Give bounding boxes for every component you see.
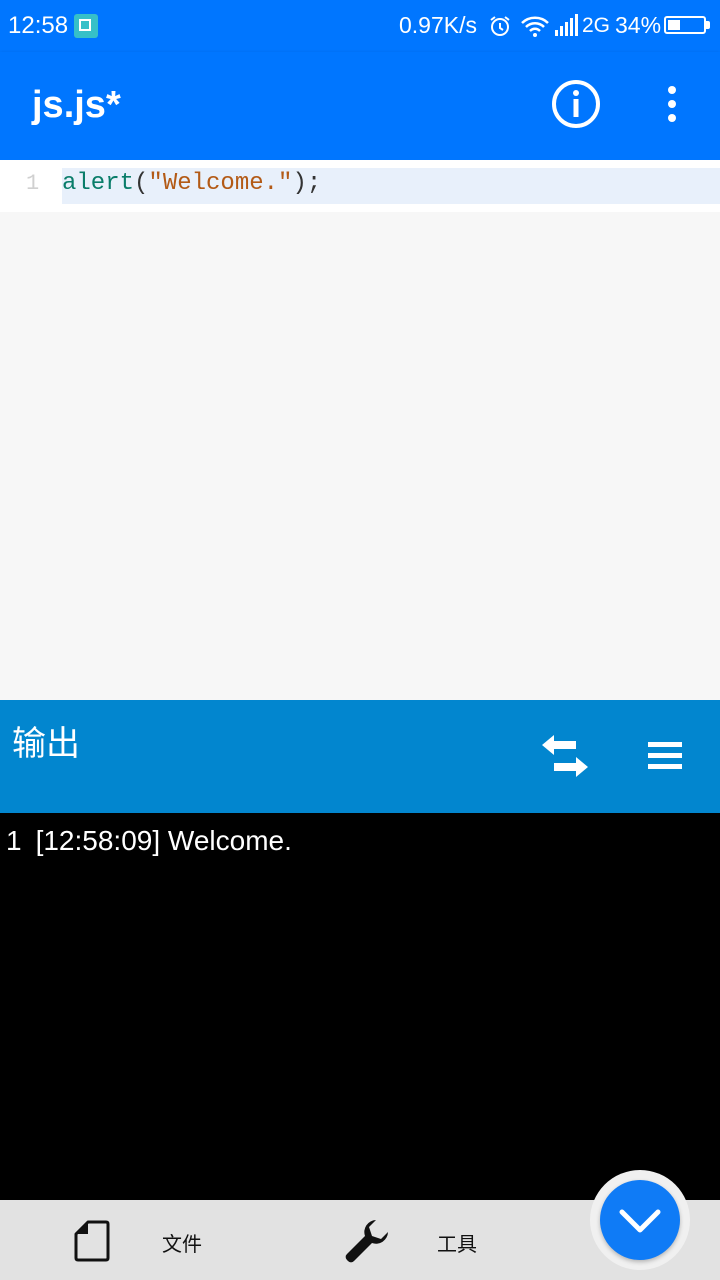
- code-close-paren: );: [292, 170, 322, 197]
- battery-icon: [664, 16, 706, 34]
- nav-tools-label[interactable]: 工具: [437, 1228, 477, 1257]
- swap-button[interactable]: [540, 734, 590, 780]
- status-icons: 2G: [488, 12, 610, 40]
- page-title: js.js*: [32, 84, 121, 126]
- menu-icon: [648, 742, 682, 769]
- console-line-number: 1: [6, 825, 22, 856]
- chevron-down-icon: [619, 1209, 661, 1233]
- network-type: 2G: [582, 14, 611, 37]
- wrench-icon: [345, 1220, 388, 1263]
- info-button[interactable]: [548, 76, 604, 132]
- output-console: 1 [12:58:09] Welcome.: [0, 813, 720, 1200]
- alarm-icon: [490, 16, 510, 36]
- code-text[interactable]: alert("Welcome.");: [62, 170, 321, 197]
- console-line: 1 [12:58:09] Welcome.: [6, 825, 292, 857]
- line-number: 1: [26, 171, 40, 196]
- code-line[interactable]: 1 alert("Welcome.");: [0, 160, 720, 212]
- status-bar: 12:58 0.97K/s 2G 34%: [0, 0, 720, 52]
- more-vert-icon: [668, 86, 676, 122]
- output-title: 输出: [12, 725, 80, 763]
- output-header: 输出: [0, 700, 720, 813]
- code-function: alert: [62, 170, 135, 197]
- battery-fill: [668, 20, 680, 30]
- screenshot-indicator-icon: [74, 14, 98, 38]
- nav-file-label[interactable]: 文件: [162, 1228, 202, 1257]
- status-time: 12:58: [8, 12, 69, 39]
- output-menu-button[interactable]: [644, 736, 688, 776]
- collapse-fab-button[interactable]: [600, 1180, 680, 1260]
- battery-tip: [706, 21, 710, 29]
- more-options-button[interactable]: [652, 82, 692, 126]
- signal-icon: [555, 14, 578, 36]
- code-string: "Welcome.": [148, 170, 293, 197]
- swap-arrows-icon: [542, 735, 588, 777]
- console-line-text: [12:58:09] Welcome.: [35, 825, 292, 856]
- app-bar: js.js*: [0, 52, 720, 160]
- code-open-paren: (: [134, 170, 149, 197]
- battery-percent: 34%: [615, 12, 662, 38]
- file-icon: [74, 1220, 110, 1262]
- wifi-icon: [521, 16, 549, 37]
- network-speed: 0.97K/s: [399, 12, 477, 38]
- info-icon: [552, 80, 600, 128]
- code-editor[interactable]: 1 alert("Welcome.");: [0, 160, 720, 700]
